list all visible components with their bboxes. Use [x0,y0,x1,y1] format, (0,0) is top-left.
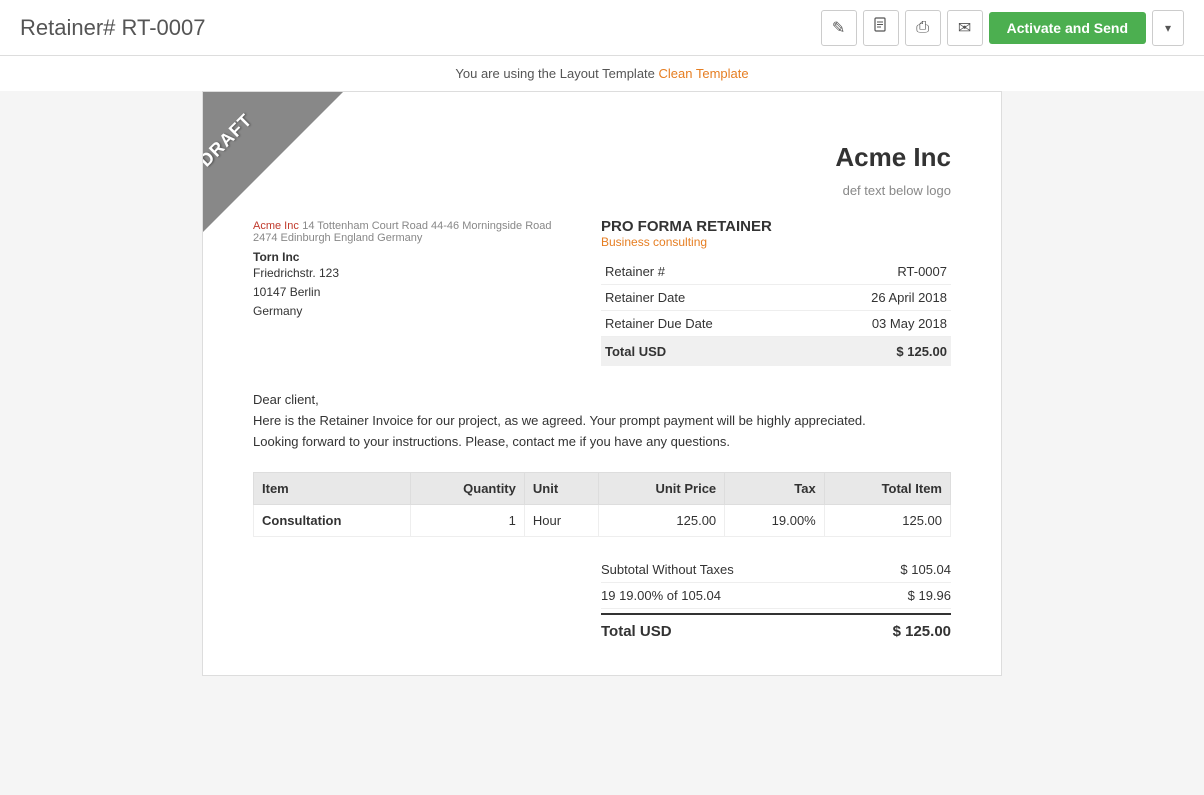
subtotal-value: $ 105.04 [900,562,951,577]
retainer-date-row: Retainer Date 26 April 2018 [601,285,951,311]
pdf-icon [873,17,889,38]
email-button[interactable]: ✉ [947,10,983,46]
total-line: Total USD $ 125.00 [601,613,951,645]
chevron-down-icon: ▾ [1165,21,1171,35]
item-name: Consultation [254,505,411,537]
retainer-table: Retainer # RT-0007 Retainer Date 26 Apri… [601,259,951,366]
col-unit: Unit [524,473,598,505]
dear-client-body: Here is the Retainer Invoice for our pro… [253,411,951,453]
totals-inner: Subtotal Without Taxes $ 105.04 19 19.00… [601,557,951,645]
edit-button[interactable]: ✎ [821,10,857,46]
totals-row: Subtotal Without Taxes $ 105.04 19 19.00… [253,557,951,645]
template-notice-text: You are using the Layout Template [455,66,658,81]
retainer-due-date-label: Retainer Due Date [601,311,804,337]
col-quantity: Quantity [411,473,525,505]
to-street: Friedrichstr. 123 [253,264,552,283]
clean-template-link[interactable]: Clean Template [659,66,749,81]
subtotal-line: Subtotal Without Taxes $ 105.04 [601,557,951,583]
col-item: Item [254,473,411,505]
retainer-due-date-row: Retainer Due Date 03 May 2018 [601,311,951,337]
col-tax: Tax [725,473,825,505]
draft-ribbon [203,92,343,232]
item-tax: 19.00% [725,505,825,537]
retainer-total-label: Total USD [601,337,804,367]
item-quantity: 1 [411,505,525,537]
pdf-button[interactable] [863,10,899,46]
to-company: Torn Inc [253,250,552,264]
salutation: Dear client, [253,390,951,411]
def-text-below-logo: def text below logo [253,183,951,198]
retainer-info: PRO FORMA RETAINER Business consulting R… [601,218,951,366]
dropdown-chevron-button[interactable]: ▾ [1152,10,1184,46]
retainer-due-date-value: 03 May 2018 [804,311,951,337]
from-address-line2: 2474 Edinburgh England Germany [253,232,552,244]
items-table: Item Quantity Unit Unit Price Tax Total … [253,472,951,537]
retainer-total-row: Total USD $ 125.00 [601,337,951,367]
subtotal-label: Subtotal Without Taxes [601,562,734,577]
retainer-total-value: $ 125.00 [804,337,951,367]
total-label: Total USD [601,623,672,640]
col-total-item: Total Item [824,473,950,505]
activate-send-button[interactable]: Activate and Send [989,12,1146,44]
item-unit: Hour [524,505,598,537]
toolbar-actions: ✎ ⎙ ✉ Activate and Send ▾ [821,10,1184,46]
retainer-number-value: RT-0007 [804,259,951,285]
page-title: Retainer# RT-0007 [20,15,206,41]
retainer-date-value: 26 April 2018 [804,285,951,311]
print-button[interactable]: ⎙ [905,10,941,46]
retainer-date-label: Retainer Date [601,285,804,311]
item-total: 125.00 [824,505,950,537]
email-icon: ✉ [958,18,971,38]
tax-label: 19 19.00% of 105.04 [601,588,721,603]
totals-section: Subtotal Without Taxes $ 105.04 19 19.00… [253,557,951,645]
tax-line: 19 19.00% of 105.04 $ 19.96 [601,583,951,609]
document-container: DRAFT Acme Inc def text below logo Acme … [202,91,1002,676]
retainer-title: PRO FORMA RETAINER [601,218,951,235]
document-header: Acme Inc 14 Tottenham Court Road 44-46 M… [253,218,951,366]
template-notice: You are using the Layout Template Clean … [0,56,1204,91]
table-row: Consultation 1 Hour 125.00 19.00% 125.00 [254,505,951,537]
total-value: $ 125.00 [893,623,951,640]
edit-icon: ✎ [832,18,845,38]
address-section: Acme Inc 14 Tottenham Court Road 44-46 M… [253,218,552,366]
tax-value: $ 19.96 [908,588,951,603]
col-unit-price: Unit Price [598,473,725,505]
retainer-subtitle: Business consulting [601,235,951,249]
print-icon: ⎙ [916,19,929,37]
dear-client-section: Dear client, Here is the Retainer Invoic… [253,390,951,452]
item-unit-price: 125.00 [598,505,725,537]
top-bar: Retainer# RT-0007 ✎ ⎙ ✉ Activate and Sen… [0,0,1204,56]
company-name: Acme Inc [253,122,951,183]
to-city: 10147 Berlin [253,283,552,302]
retainer-number-row: Retainer # RT-0007 [601,259,951,285]
to-country: Germany [253,302,552,321]
retainer-number-label: Retainer # [601,259,804,285]
